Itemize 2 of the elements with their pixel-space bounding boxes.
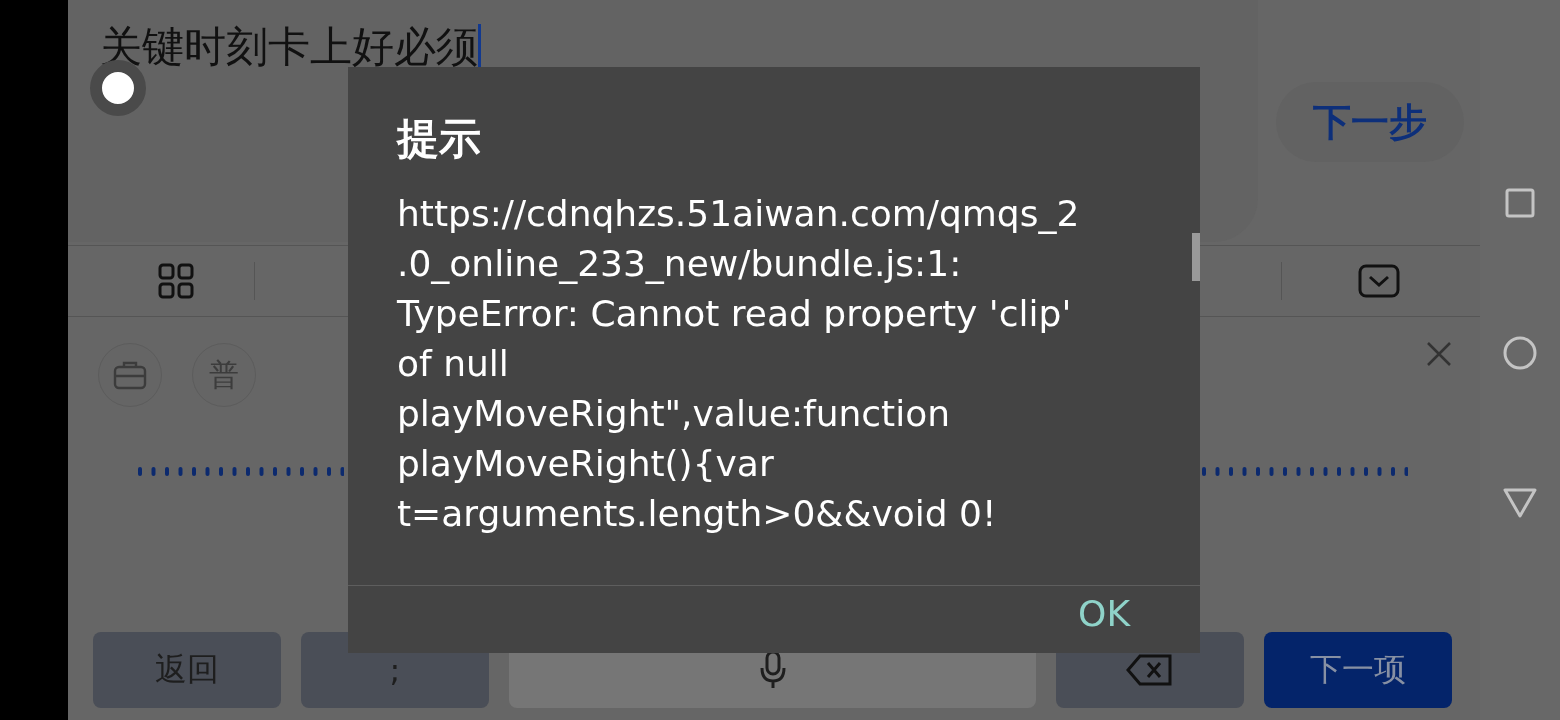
dialog-title: 提示 xyxy=(395,113,482,165)
error-message: https://cdnqhzs.51aiwan.com/qmqs_2 .0_online_233_new/bundle.js:1: TypeError: Cannot read property 'clip' of null playMoveRight",value:function playMoveRight(){var t=arguments.length>0&&void 0! xyxy=(396,192,1081,536)
